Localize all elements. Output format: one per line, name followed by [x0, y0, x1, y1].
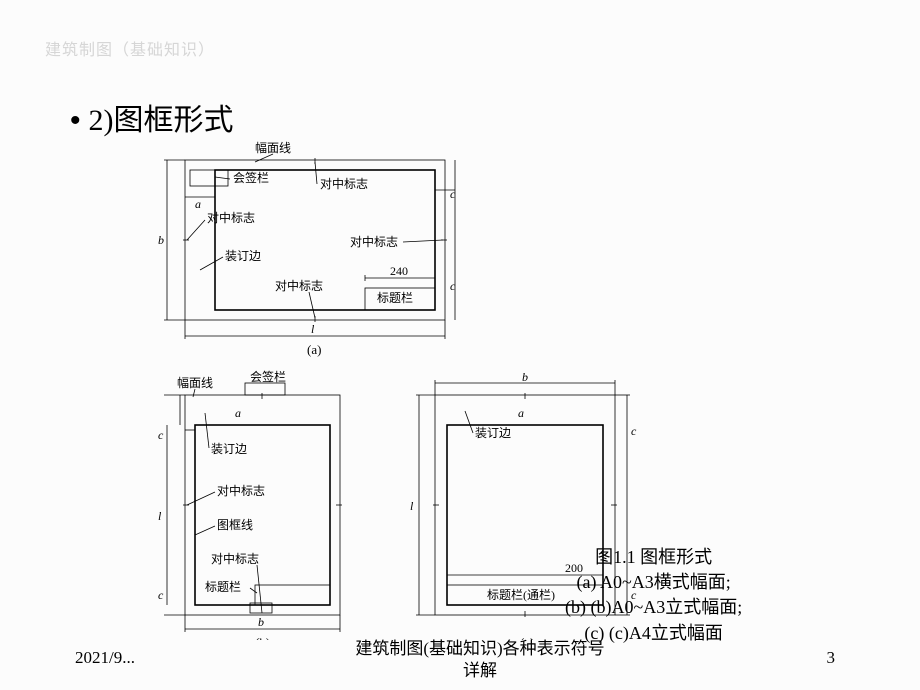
heading-text: 2)图框形式: [89, 104, 234, 137]
b-signature-block: [245, 383, 285, 395]
a-dim-a: a: [195, 197, 201, 211]
b-label-duizhong: 对中标志: [217, 483, 265, 498]
bullet-dot: •: [70, 104, 81, 137]
b-label-zhuangding: 装订边: [211, 442, 247, 456]
header-faint-text: 建筑制图（基础知识）: [45, 36, 215, 60]
c-label-zhuangding: 装订边: [475, 426, 511, 440]
section-heading: •2)图框形式: [70, 95, 234, 139]
b-dim-l: l: [158, 509, 162, 523]
b-label-fumen: 幅面线: [177, 375, 213, 390]
a-label-duizhong-left: 对中标志: [207, 210, 255, 225]
b-dim-b: b: [258, 615, 264, 629]
caption-title: 图1.1 图框形式: [565, 545, 742, 570]
diagram-b: 幅面线 会签栏 装订边 对中标志 图框线 对中标志 标题栏 a c c: [158, 369, 342, 640]
figure-caption: 图1.1 图框形式 (a) A0~A3横式幅面; (b) (b)A0~A3立式幅…: [565, 545, 742, 646]
c-dim-l: l: [410, 499, 414, 513]
footer-center: 建筑制图(基础知识)各种表示符号详解: [300, 638, 660, 682]
a-label-duizhong-bottom: 对中标志: [275, 278, 323, 293]
b-dim-a: a: [235, 406, 241, 420]
a-dim-c-top: c: [450, 187, 456, 201]
a-label-huiqian: 会签栏: [233, 170, 269, 185]
b-label-tukuang: 图框线: [217, 518, 253, 532]
b-caption: (b): [255, 635, 270, 640]
a-dim-c-bottom: c: [450, 279, 456, 293]
a-label-zhuangding: 装订边: [225, 249, 261, 263]
footer-page-number: 3: [827, 648, 836, 668]
c-dim-b: b: [522, 370, 528, 384]
b-dim-c-top: c: [158, 428, 164, 442]
c-label-biaoti: 标题栏(通栏): [487, 587, 555, 602]
a-label-duizhong-right: 对中标志: [350, 234, 398, 249]
caption-line-a: (a) A0~A3横式幅面;: [565, 570, 742, 595]
a-label-fumen: 幅面线: [255, 140, 291, 155]
c-dim-c-top: c: [631, 424, 637, 438]
a-label-duizhong-top: 对中标志: [320, 176, 368, 191]
b-label-duizhong2: 对中标志: [211, 551, 259, 566]
a-dim-240: 240: [390, 264, 408, 278]
footer-date: 2021/9...: [75, 648, 135, 668]
b-label-biaoti: 标题栏: [205, 579, 241, 594]
c-dim-a: a: [518, 406, 524, 420]
a-label-biaoti: 标题栏: [377, 290, 413, 305]
a-dim-b: b: [158, 233, 164, 247]
diagram-a: 幅面线 会签栏 对中标志 对中标志 对中标志 装订边 对中标志 标题栏 240 …: [158, 140, 456, 357]
a-dim-l: l: [311, 322, 315, 336]
b-label-huiqian: 会签栏: [250, 369, 286, 384]
caption-line-b: (b) (b)A0~A3立式幅面;: [565, 595, 742, 620]
a-inner-frame: [215, 170, 435, 310]
b-dim-c-bot: c: [158, 588, 164, 602]
a-caption: (a): [307, 342, 321, 357]
b-title-block: [255, 585, 330, 605]
